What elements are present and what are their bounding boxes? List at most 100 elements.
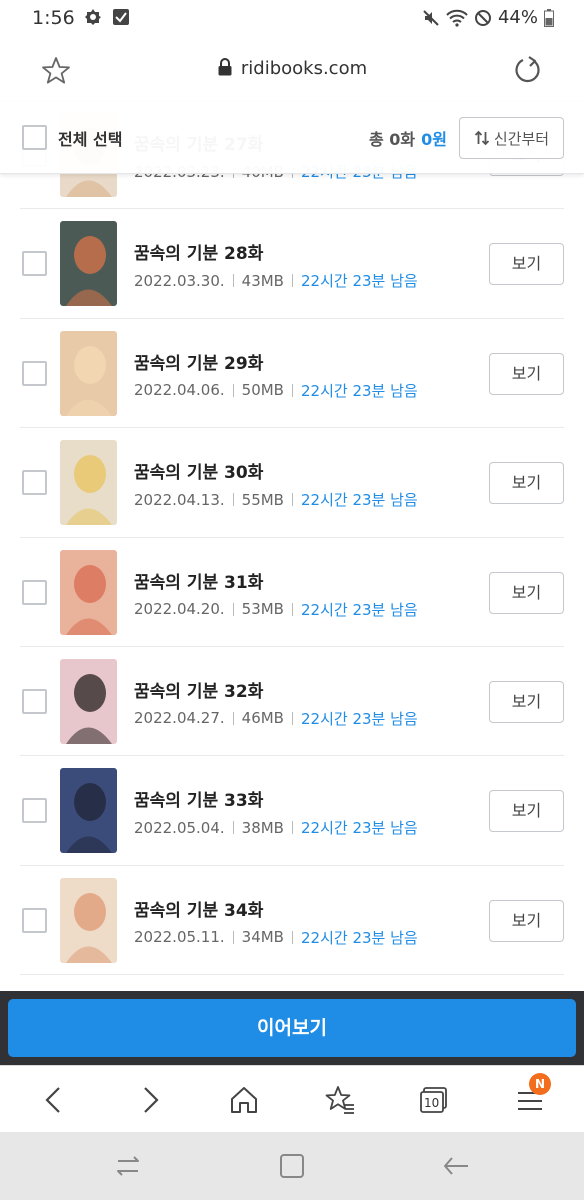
- do-not-disturb-icon: [474, 9, 491, 26]
- episode-title[interactable]: 꿈속의 기분 34화: [134, 896, 263, 921]
- rental-time-remaining: 22시간 23분 남음: [300, 928, 418, 947]
- view-button[interactable]: 보기: [489, 352, 564, 395]
- view-button[interactable]: 보기: [489, 899, 564, 942]
- recent-apps-icon[interactable]: [114, 1154, 142, 1178]
- episode-row[interactable]: 꿈속의 기분 32화 2022.04.27. 46MB 22시간 23분 남음 보기: [20, 647, 564, 757]
- mute-icon: [423, 9, 439, 26]
- meta-divider: [232, 274, 234, 288]
- browser-toolbar: 10 N: [0, 1065, 584, 1132]
- episode-row[interactable]: 꿈속의 기분 31화 2022.04.20. 53MB 22시간 23분 남음 보기: [20, 538, 564, 647]
- view-button[interactable]: 보기: [489, 790, 564, 833]
- episode-cover-thumbnail[interactable]: [60, 221, 117, 307]
- home-square-icon[interactable]: [278, 1154, 306, 1178]
- cover-art-image: [60, 549, 117, 635]
- url-field[interactable]: ridibooks.com: [0, 58, 584, 79]
- episode-meta: 2022.04.27. 46MB 22시간 23분 남음: [134, 708, 418, 729]
- sort-label: 신간부터: [493, 129, 550, 148]
- episode-date: 2022.04.20.: [134, 600, 225, 619]
- episode-title[interactable]: 꿈속의 기분 31화: [134, 568, 263, 593]
- episode-title[interactable]: 꿈속의 기분 30화: [134, 458, 263, 483]
- episode-meta: 2022.03.30. 43MB 22시간 23분 남음: [134, 270, 418, 291]
- view-button[interactable]: 보기: [489, 571, 564, 614]
- cover-art-image: [60, 440, 117, 526]
- back-arrow-icon[interactable]: [442, 1154, 470, 1178]
- episode-file-size: 53MB: [241, 600, 284, 619]
- episode-file-size: 43MB: [241, 271, 284, 290]
- episode-title[interactable]: 꿈속의 기분 29화: [134, 349, 263, 374]
- view-button[interactable]: 보기: [489, 243, 564, 286]
- episode-cover-thumbnail[interactable]: [60, 658, 117, 744]
- rental-time-remaining: 22시간 23분 남음: [300, 272, 418, 291]
- cover-art-image: [60, 658, 117, 744]
- meta-divider: [232, 493, 234, 507]
- episode-date: 2022.05.11.: [134, 928, 225, 947]
- sort-button[interactable]: 신간부터: [459, 117, 564, 159]
- rental-time-remaining: 22시간 23분 남음: [300, 381, 418, 400]
- episode-row[interactable]: 꿈속의 기분 34화 2022.05.11. 34MB 22시간 23분 남음 보기: [20, 866, 564, 976]
- selection-total: 총 0화 0원: [369, 126, 447, 150]
- checkbox-notification-icon: [113, 9, 129, 25]
- cover-art-image: [60, 330, 117, 416]
- episode-file-size: 34MB: [241, 928, 284, 947]
- episode-cover-thumbnail[interactable]: [60, 440, 117, 526]
- episode-title[interactable]: 꿈속의 기분 32화: [134, 677, 263, 702]
- back-icon[interactable]: [38, 1084, 70, 1116]
- bookmarks-icon[interactable]: [324, 1084, 356, 1116]
- view-button[interactable]: 보기: [489, 680, 564, 723]
- meta-divider: [291, 274, 293, 288]
- battery-percent: 44%: [497, 7, 538, 28]
- view-button[interactable]: 보기: [489, 462, 564, 505]
- episode-checkbox[interactable]: [22, 907, 47, 933]
- cover-art-image: [60, 877, 117, 963]
- episode-meta: 2022.05.04. 38MB 22시간 23분 남음: [134, 817, 418, 838]
- meta-divider: [232, 711, 234, 725]
- rental-time-remaining: 22시간 23분 남음: [300, 491, 418, 510]
- status-bar: 1:56 44%: [0, 0, 584, 36]
- episode-row[interactable]: 꿈속의 기분 28화 2022.03.30. 43MB 22시간 23분 남음 보기: [20, 209, 564, 319]
- episode-checkbox[interactable]: [22, 798, 47, 824]
- meta-divider: [291, 711, 293, 725]
- episode-checkbox[interactable]: [22, 579, 47, 605]
- rental-time-remaining: 22시간 23분 남음: [300, 600, 418, 619]
- meta-divider: [291, 930, 293, 944]
- reload-icon[interactable]: [512, 54, 544, 86]
- continue-reading-button[interactable]: 이어보기: [8, 999, 576, 1057]
- tabs-button[interactable]: 10: [418, 1084, 450, 1116]
- episode-date: 2022.04.13.: [134, 490, 225, 509]
- meta-divider: [291, 821, 293, 835]
- browser-url-bar: ridibooks.com: [0, 36, 584, 102]
- status-time: 1:56: [32, 7, 75, 29]
- home-icon[interactable]: [228, 1084, 260, 1116]
- episode-cover-thumbnail[interactable]: [60, 330, 117, 416]
- episode-list: 꿈속의 기분 27화2022.03.23.40MB22시간 23분 남음보기꿈속…: [20, 100, 564, 976]
- episode-title[interactable]: 꿈속의 기분 28화: [134, 239, 263, 264]
- episode-date: 2022.04.06.: [134, 381, 225, 400]
- episode-cover-thumbnail[interactable]: [60, 549, 117, 635]
- episode-row[interactable]: 꿈속의 기분 29화 2022.04.06. 50MB 22시간 23분 남음 보기: [20, 319, 564, 429]
- meta-divider: [232, 821, 234, 835]
- rental-time-remaining: 22시간 23분 남음: [300, 819, 418, 838]
- selection-price: 0원: [421, 130, 447, 149]
- episode-title[interactable]: 꿈속의 기분 33화: [134, 786, 263, 811]
- episode-checkbox[interactable]: [22, 688, 47, 714]
- episode-date: 2022.03.30.: [134, 271, 225, 290]
- forward-icon[interactable]: [134, 1084, 166, 1116]
- battery-icon: [544, 8, 554, 27]
- episode-checkbox[interactable]: [22, 251, 47, 277]
- episode-meta: 2022.04.13. 55MB 22시간 23분 남음: [134, 489, 418, 510]
- episode-cover-thumbnail[interactable]: [60, 768, 117, 854]
- episode-row[interactable]: 꿈속의 기분 30화 2022.04.13. 55MB 22시간 23분 남음 보기: [20, 428, 564, 538]
- selection-count: 총 0화: [368, 130, 416, 149]
- episode-checkbox[interactable]: [22, 470, 47, 496]
- select-all-checkbox[interactable]: [22, 125, 47, 150]
- select-all-header: 전체 선택 총 0화 0원 신간부터: [0, 102, 584, 174]
- tab-count: 10: [424, 1096, 440, 1110]
- episode-cover-thumbnail[interactable]: [60, 877, 117, 963]
- episode-checkbox[interactable]: [22, 360, 47, 386]
- episode-meta: 2022.05.11. 34MB 22시간 23분 남음: [134, 927, 418, 948]
- rental-time-remaining: 22시간 23분 남음: [300, 709, 418, 728]
- cover-art-image: [60, 768, 117, 854]
- menu-new-badge: N: [529, 1073, 551, 1095]
- episode-row[interactable]: 꿈속의 기분 33화 2022.05.04. 38MB 22시간 23분 남음 보기: [20, 756, 564, 866]
- meta-divider: [291, 383, 293, 397]
